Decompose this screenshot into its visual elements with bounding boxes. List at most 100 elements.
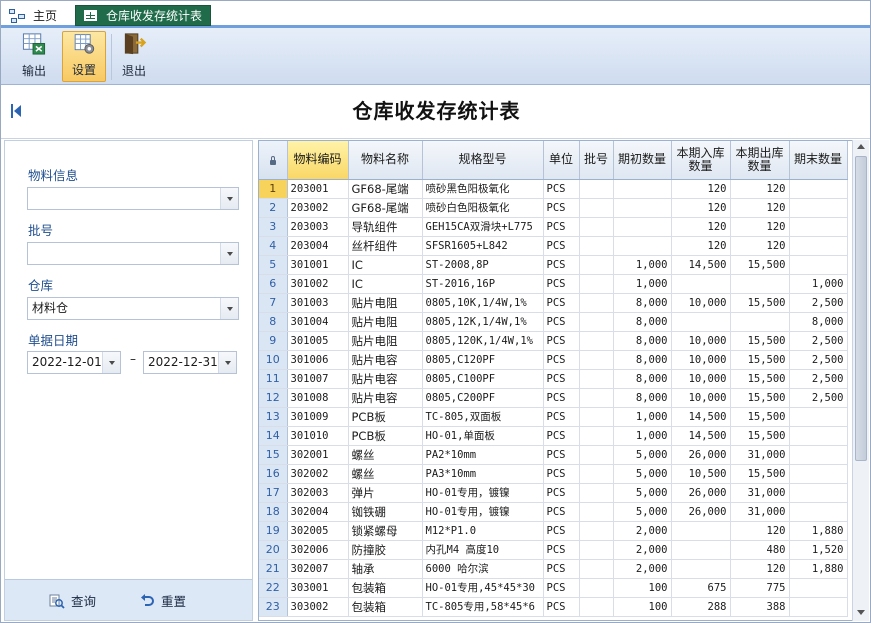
cell-opening[interactable]: 8,000 (613, 369, 672, 389)
row-number[interactable]: 11 (259, 369, 288, 389)
col-opening[interactable]: 期初数量 (613, 141, 672, 180)
cell-name[interactable]: 防撞胶 (348, 540, 423, 560)
cell-spec[interactable]: HO-01专用，镀镍 (422, 502, 544, 522)
cell-batch[interactable] (579, 369, 614, 389)
cell-unit[interactable]: PCS (543, 578, 580, 598)
cell-closing[interactable] (789, 255, 848, 275)
cell-unit[interactable]: PCS (543, 217, 580, 237)
cell-unit[interactable]: PCS (543, 521, 580, 541)
cell-unit[interactable]: PCS (543, 369, 580, 389)
row-number[interactable]: 20 (259, 540, 288, 560)
cell-closing[interactable] (789, 217, 848, 237)
cell-code[interactable]: 302005 (287, 521, 349, 541)
cell-issued[interactable]: 15,500 (730, 369, 790, 389)
cell-opening[interactable]: 8,000 (613, 293, 672, 313)
cell-unit[interactable]: PCS (543, 179, 580, 199)
export-button[interactable]: 输出 (12, 31, 56, 82)
row-indicator-header[interactable] (259, 141, 288, 180)
cell-code[interactable]: 302001 (287, 445, 349, 465)
cell-batch[interactable] (579, 540, 614, 560)
cell-closing[interactable] (789, 407, 848, 427)
table-row[interactable]: 2 203002 GF68-尾端 喷砂白色阳极氧化 PCS 120 120 (259, 198, 848, 218)
cell-unit[interactable]: PCS (543, 445, 580, 465)
cell-batch[interactable] (579, 217, 614, 237)
cell-code[interactable]: 301001 (287, 255, 349, 275)
cell-name[interactable]: 贴片电阻 (348, 331, 423, 351)
cell-batch[interactable] (579, 293, 614, 313)
cell-opening[interactable] (613, 236, 672, 256)
col-received[interactable]: 本期入库数量 (671, 141, 731, 180)
cell-issued[interactable]: 15,500 (730, 255, 790, 275)
row-number[interactable]: 8 (259, 312, 288, 332)
cell-name[interactable]: 导轨组件 (348, 217, 423, 237)
cell-code[interactable]: 303002 (287, 597, 349, 617)
cell-spec[interactable]: 喷砂白色阳极氧化 (422, 198, 544, 218)
cell-code[interactable]: 203001 (287, 179, 349, 199)
row-number[interactable]: 19 (259, 521, 288, 541)
cell-unit[interactable]: PCS (543, 236, 580, 256)
tab-inventory-report[interactable]: 仓库收发存统计表 (75, 5, 211, 26)
cell-closing[interactable] (789, 502, 848, 522)
cell-name[interactable]: 包装箱 (348, 578, 423, 598)
cell-opening[interactable]: 5,000 (613, 464, 672, 484)
row-number[interactable]: 12 (259, 388, 288, 408)
cell-name[interactable]: 贴片电阻 (348, 293, 423, 313)
table-row[interactable]: 12 301008 贴片电容 0805,C200PF PCS 8,000 10,000 15,… (259, 388, 848, 408)
row-number[interactable]: 23 (259, 597, 288, 617)
cell-batch[interactable] (579, 559, 614, 579)
cell-opening[interactable]: 5,000 (613, 483, 672, 503)
cell-opening[interactable]: 8,000 (613, 312, 672, 332)
tab-home[interactable]: 主页 (9, 5, 69, 26)
cell-received[interactable] (671, 521, 731, 541)
cell-batch[interactable] (579, 426, 614, 446)
cell-spec[interactable]: ST-2008,8P (422, 255, 544, 275)
cell-issued[interactable]: 31,000 (730, 483, 790, 503)
cell-issued[interactable]: 31,000 (730, 445, 790, 465)
cell-name[interactable]: 锁紧螺母 (348, 521, 423, 541)
cell-closing[interactable]: 1,000 (789, 274, 848, 294)
cell-spec[interactable]: HO-01,单面板 (422, 426, 544, 446)
cell-batch[interactable] (579, 597, 614, 617)
table-row[interactable]: 10 301006 贴片电容 0805,C120PF PCS 8,000 10,000 15,… (259, 350, 848, 370)
cell-code[interactable]: 302006 (287, 540, 349, 560)
col-code[interactable]: 物料编码 (287, 141, 349, 180)
cell-opening[interactable]: 2,000 (613, 559, 672, 579)
row-number[interactable]: 22 (259, 578, 288, 598)
cell-opening[interactable]: 1,000 (613, 407, 672, 427)
cell-name[interactable]: IC (348, 255, 423, 275)
row-number[interactable]: 6 (259, 274, 288, 294)
cell-opening[interactable] (613, 179, 672, 199)
cell-batch[interactable] (579, 483, 614, 503)
chevron-down-icon[interactable] (220, 188, 238, 209)
cell-batch[interactable] (579, 578, 614, 598)
cell-closing[interactable]: 2,500 (789, 388, 848, 408)
cell-closing[interactable] (789, 179, 848, 199)
cell-batch[interactable] (579, 255, 614, 275)
cell-closing[interactable]: 8,000 (789, 312, 848, 332)
cell-opening[interactable]: 1,000 (613, 274, 672, 294)
cell-issued[interactable] (730, 274, 790, 294)
cell-issued[interactable]: 775 (730, 578, 790, 598)
row-number[interactable]: 10 (259, 350, 288, 370)
cell-name[interactable]: 贴片电阻 (348, 312, 423, 332)
cell-received[interactable]: 120 (671, 236, 731, 256)
cell-closing[interactable] (789, 597, 848, 617)
chevron-down-icon[interactable] (102, 352, 120, 373)
cell-name[interactable]: 贴片电容 (348, 369, 423, 389)
table-row[interactable]: 7 301003 贴片电阻 0805,10K,1/4W,1% PCS 8,000 10,00… (259, 293, 848, 313)
cell-opening[interactable]: 8,000 (613, 388, 672, 408)
table-row[interactable]: 16 302002 螺丝 PA3*10mm PCS 5,000 10,500 15,500 (259, 464, 848, 484)
col-name[interactable]: 物料名称 (348, 141, 423, 180)
row-number[interactable]: 16 (259, 464, 288, 484)
cell-closing[interactable]: 1,880 (789, 559, 848, 579)
scroll-down-icon[interactable] (857, 610, 865, 615)
warehouse-combo[interactable]: 材料仓 (27, 297, 239, 320)
cell-batch[interactable] (579, 464, 614, 484)
cell-opening[interactable]: 5,000 (613, 445, 672, 465)
table-row[interactable]: 1 203001 GF68-尾端 喷砂黑色阳极氧化 PCS 120 120 (259, 179, 848, 199)
col-spec[interactable]: 规格型号 (422, 141, 544, 180)
col-issued[interactable]: 本期出库数量 (730, 141, 790, 180)
cell-unit[interactable]: PCS (543, 597, 580, 617)
cell-received[interactable]: 10,000 (671, 369, 731, 389)
cell-spec[interactable]: PA2*10mm (422, 445, 544, 465)
